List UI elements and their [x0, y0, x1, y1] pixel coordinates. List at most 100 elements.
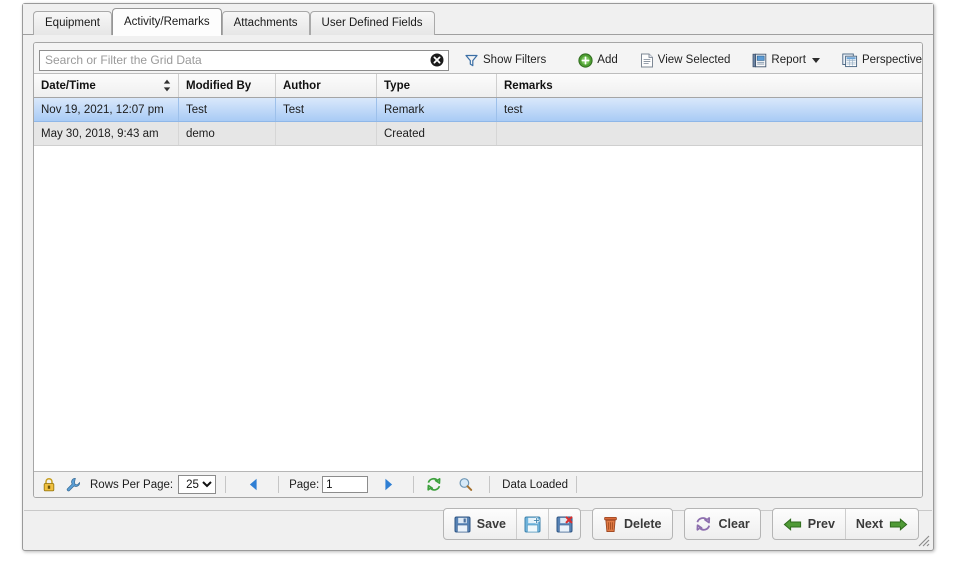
prev-button[interactable]: Prev: [773, 509, 845, 539]
cell-type: Remark: [377, 98, 497, 121]
grid-panel: Show Filters Add: [33, 42, 923, 498]
tab-label: User Defined Fields: [322, 17, 423, 29]
screenshot-root: Equipment Activity/Remarks Attachments U…: [0, 0, 956, 561]
perspectives-button[interactable]: Perspectives: [837, 49, 923, 71]
table-row[interactable]: Nov 19, 2021, 12:07 pm Test Test Remark …: [34, 98, 922, 122]
next-button[interactable]: Next: [846, 509, 918, 539]
clear-search-icon[interactable]: [430, 53, 444, 67]
floppy-delete-icon: [556, 516, 573, 533]
tab-attachments[interactable]: Attachments: [222, 11, 310, 35]
cell-date-time: May 30, 2018, 9:43 am: [34, 122, 179, 145]
next-page-button[interactable]: [368, 478, 409, 491]
column-header-remarks[interactable]: Remarks: [497, 74, 920, 97]
tab-user-defined-fields[interactable]: User Defined Fields: [310, 11, 435, 35]
resize-grip-icon[interactable]: [917, 534, 930, 547]
page-label: Page:: [289, 479, 319, 491]
column-header-type[interactable]: Type: [377, 74, 497, 97]
document-icon: [640, 53, 654, 68]
footer-separator: [413, 476, 414, 493]
cell-type: Created: [377, 122, 497, 145]
tab-label: Activity/Remarks: [124, 16, 210, 28]
prev-label: Prev: [808, 517, 835, 531]
funnel-icon: [464, 53, 479, 68]
refresh-icon: [426, 477, 442, 492]
refresh-button[interactable]: [418, 477, 450, 492]
save-button[interactable]: Save: [444, 509, 516, 539]
rows-per-page-label: Rows Per Page:: [90, 479, 173, 491]
cell-remarks: [497, 122, 920, 145]
save-delete-button[interactable]: [549, 509, 580, 539]
show-filters-label: Show Filters: [483, 54, 546, 66]
arrow-left-icon: [783, 517, 802, 532]
cell-author: [276, 122, 377, 145]
show-filters-button[interactable]: Show Filters: [459, 49, 551, 71]
configure-button[interactable]: [61, 477, 86, 492]
floppy-icon: [454, 516, 471, 533]
navigation-button-group: Prev Next: [772, 508, 919, 540]
column-header-modified-by[interactable]: Modified By: [179, 74, 276, 97]
triangle-left-icon: [249, 478, 258, 491]
grid-toolbar: Show Filters Add: [34, 43, 922, 73]
add-circle-icon: [578, 53, 593, 68]
wrench-icon: [66, 477, 81, 492]
grid-body: Nov 19, 2021, 12:07 pm Test Test Remark …: [34, 98, 922, 470]
chevron-down-icon[interactable]: [812, 58, 820, 63]
tab-label: Equipment: [45, 17, 100, 29]
table-row[interactable]: May 30, 2018, 9:43 am demo Created: [34, 122, 922, 146]
column-header-date-time[interactable]: Date/Time: [34, 74, 179, 97]
column-header-label: Date/Time: [41, 80, 96, 92]
cell-author: Test: [276, 98, 377, 121]
footer-separator: [489, 476, 490, 493]
tab-label: Attachments: [234, 17, 298, 29]
status-text: Data Loaded: [502, 479, 568, 491]
column-header-author[interactable]: Author: [276, 74, 377, 97]
grid-header-row: Date/Time Modified By Author Type Remark…: [34, 73, 922, 98]
cell-date-time: Nov 19, 2021, 12:07 pm: [34, 98, 179, 121]
tab-strip: Equipment Activity/Remarks Attachments U…: [23, 4, 933, 35]
column-header-label: Author: [283, 80, 321, 92]
rows-per-page-select[interactable]: 25: [178, 475, 216, 494]
active-tab-cover: [113, 34, 221, 36]
add-label: Add: [597, 54, 617, 66]
report-button[interactable]: Report: [747, 49, 825, 71]
tab-activity-remarks[interactable]: Activity/Remarks: [112, 8, 222, 35]
search-input[interactable]: [39, 50, 449, 71]
grid-footer-bar: Rows Per Page: 25 Page:: [34, 471, 922, 497]
column-header-label: Type: [384, 80, 410, 92]
save-new-button[interactable]: [517, 509, 548, 539]
cell-remarks: test: [497, 98, 920, 121]
footer-separator: [278, 476, 279, 493]
prev-page-button[interactable]: [235, 478, 272, 491]
perspectives-label: Perspectives: [862, 54, 923, 66]
save-label: Save: [477, 517, 506, 531]
delete-button[interactable]: Delete: [593, 509, 672, 539]
application-window: Equipment Activity/Remarks Attachments U…: [22, 3, 934, 551]
action-bar: Save: [23, 498, 933, 550]
page-number-input[interactable]: [322, 476, 368, 493]
cell-modified-by: Test: [179, 98, 276, 121]
arrow-right-icon: [889, 517, 908, 532]
add-button[interactable]: Add: [573, 49, 622, 71]
grid-search-button[interactable]: [450, 477, 481, 492]
column-header-label: Remarks: [504, 80, 553, 92]
magnifier-icon: [458, 477, 473, 492]
sort-arrows-icon[interactable]: [163, 79, 171, 92]
view-selected-button[interactable]: View Selected: [635, 49, 736, 71]
save-button-group: Save: [443, 508, 581, 540]
report-label: Report: [771, 54, 806, 66]
delete-button-group: Delete: [592, 508, 673, 540]
floppy-add-icon: [524, 516, 541, 533]
search-field-wrapper: [39, 50, 449, 71]
refresh-arrows-icon: [695, 516, 713, 532]
tab-equipment[interactable]: Equipment: [33, 11, 112, 35]
footer-separator: [576, 476, 577, 493]
perspectives-grid-icon: [842, 53, 858, 68]
next-label: Next: [856, 517, 883, 531]
lock-toggle-button[interactable]: [42, 477, 61, 492]
cell-modified-by: demo: [179, 122, 276, 145]
clear-button-group: Clear: [684, 508, 761, 540]
column-header-label: Modified By: [186, 80, 251, 92]
view-selected-label: View Selected: [658, 54, 731, 66]
clear-button[interactable]: Clear: [685, 509, 760, 539]
padlock-icon: [42, 477, 56, 492]
